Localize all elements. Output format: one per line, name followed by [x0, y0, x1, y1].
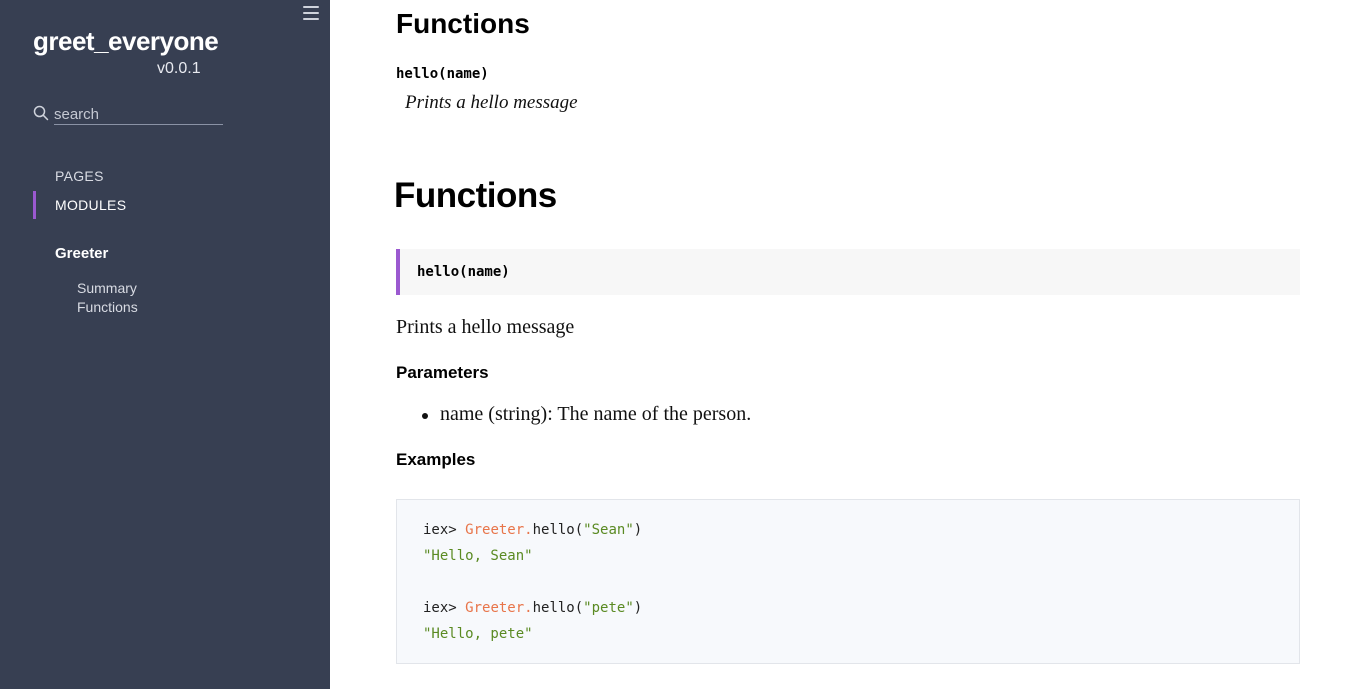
- hamburger-icon[interactable]: [303, 6, 319, 20]
- code-line: "Hello, Sean": [423, 548, 533, 564]
- bullet-marker: [422, 413, 428, 419]
- project-version: v0.0.1: [157, 60, 201, 77]
- code-line: iex> Greeter.hello("pete"): [423, 600, 643, 616]
- sidebar-link-functions[interactable]: Functions: [77, 299, 138, 315]
- summary-functions-heading: Functions: [396, 8, 530, 39]
- code-line: iex> Greeter.hello("Sean"): [423, 522, 643, 538]
- parameters-heading: Parameters: [396, 363, 489, 382]
- tab-modules[interactable]: MODULES: [55, 197, 126, 213]
- code-line: "Hello, pete": [423, 626, 533, 642]
- sidebar-link-summary[interactable]: Summary: [77, 280, 137, 296]
- summary-function-signature[interactable]: hello(name): [396, 66, 489, 82]
- examples-heading: Examples: [396, 450, 476, 469]
- summary-function-doc: Prints a hello message: [405, 92, 578, 113]
- search-input[interactable]: [54, 104, 223, 125]
- project-name[interactable]: greet_everyone: [33, 26, 219, 57]
- functions-heading: Functions: [394, 176, 557, 215]
- tab-pages[interactable]: PAGES: [55, 168, 104, 184]
- function-signature[interactable]: hello(name): [417, 264, 510, 280]
- sidebar: greet_everyone v0.0.1 PAGES MODULES Gree…: [0, 0, 330, 689]
- code-example-block: iex> Greeter.hello("Sean") "Hello, Sean"…: [396, 499, 1300, 664]
- function-signature-box: hello(name): [396, 249, 1300, 295]
- search-icon: [33, 105, 49, 121]
- function-doc: Prints a hello message: [396, 316, 575, 338]
- parameter-item: name (string): The name of the person.: [440, 403, 752, 425]
- active-tab-indicator: [33, 191, 36, 219]
- search-bar: [33, 104, 223, 126]
- sidebar-module-greeter[interactable]: Greeter: [55, 245, 108, 262]
